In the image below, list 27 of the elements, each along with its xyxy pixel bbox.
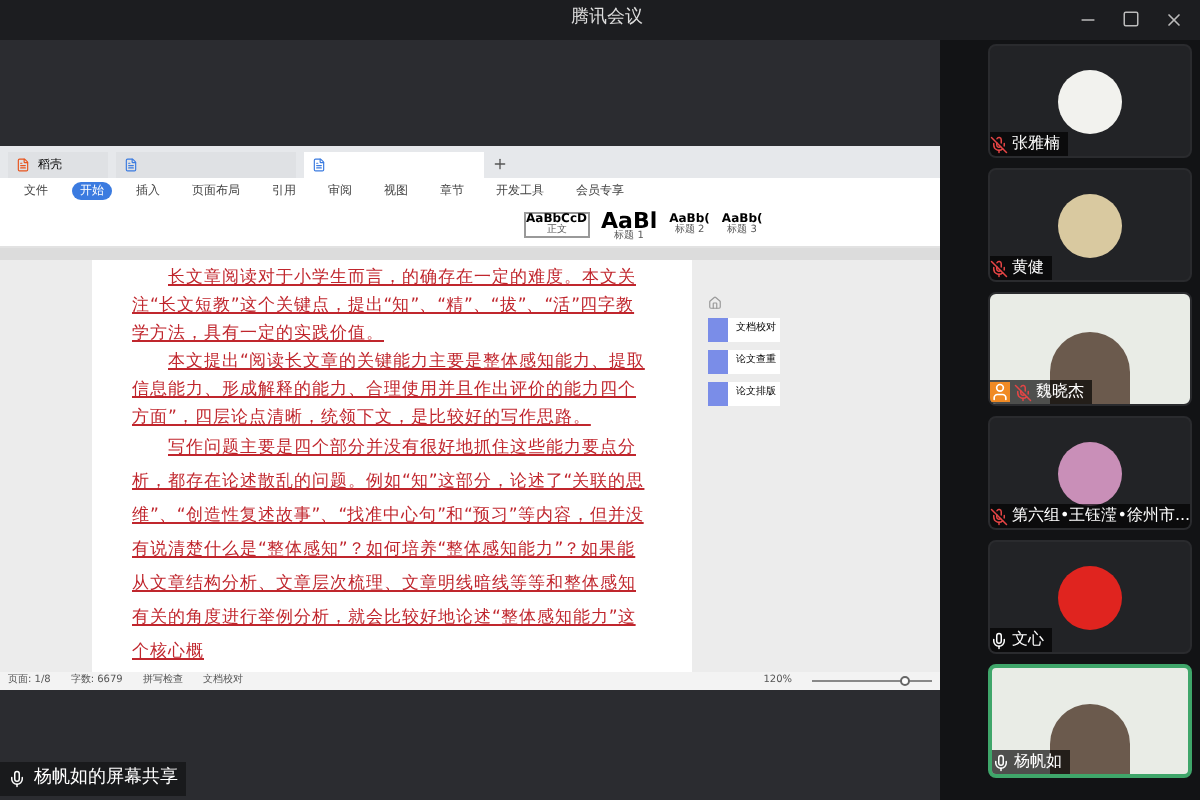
document-paragraph: 写作问题主要是四个部分并没有很好地抓住这些能力要点分析，都存在论述散乱的问题。例如“知”这部分，论述了“关联的思维”、“创造性复述故事”、“找准中心句”和“预习”等内容，但并没有说清楚什么是“整体感知”？如何培养“整体感知能力”？如果能从文章结构分析、文章层次梳理、文章明线暗线等等和整体感知有关的角度进行举例分析，就会比较好地论述“整体感知能力”这个核心概 xyxy=(132,435,647,666)
window-title: 腾讯会议 xyxy=(571,6,643,33)
participant-tile[interactable]: 文心 xyxy=(988,540,1192,654)
participant-name: 文心 xyxy=(1012,628,1044,652)
participant-tile[interactable]: 张雅楠 xyxy=(988,44,1192,158)
add-tab-icon[interactable] xyxy=(492,156,508,172)
participant-name: 黄健 xyxy=(1012,256,1044,280)
participant-tile[interactable]: 杨帆如 xyxy=(988,664,1192,778)
participant-name: 魏晓杰 xyxy=(1036,380,1084,404)
close-icon[interactable] xyxy=(1164,10,1184,30)
document-paragraph: 长文章阅读对于小学生而言，的确存在一定的难度。本文关注“长文短教”这个关键点，提出“知”、“精”、“拔”、“活”四字教学方法，具有一定的实践价值。 xyxy=(132,265,638,348)
document-icon xyxy=(312,158,326,172)
video-placeholder xyxy=(1050,331,1130,403)
participant-name: 杨帆如 xyxy=(1014,750,1062,774)
share-label-text: 杨帆如的屏幕共享 xyxy=(34,765,178,791)
participant-tile[interactable]: 第六组•王钰滢•徐州市... xyxy=(988,416,1192,530)
participant-name: 张雅楠 xyxy=(1012,132,1060,156)
document-icon xyxy=(16,158,30,172)
document-paragraph: 本文提出“阅读长文章的关键能力主要是整体感知能力、提取信息能力、形成解释的能力、合理使用并且作出评价的能力四个方面”，四层论点清晰，统领下文，是比较好的写作思路。 xyxy=(132,349,647,432)
maximize-icon[interactable] xyxy=(1122,10,1140,28)
user-icon xyxy=(990,382,1010,402)
participant-name: 第六组•王钰滢•徐州市... xyxy=(1012,504,1190,528)
zoom-thumb[interactable] xyxy=(900,676,910,686)
participant-tile[interactable]: 魏晓杰 xyxy=(988,292,1192,406)
participant-tile[interactable]: 黄健 xyxy=(988,168,1192,282)
document-icon xyxy=(124,158,138,172)
mic-icon xyxy=(8,769,26,788)
